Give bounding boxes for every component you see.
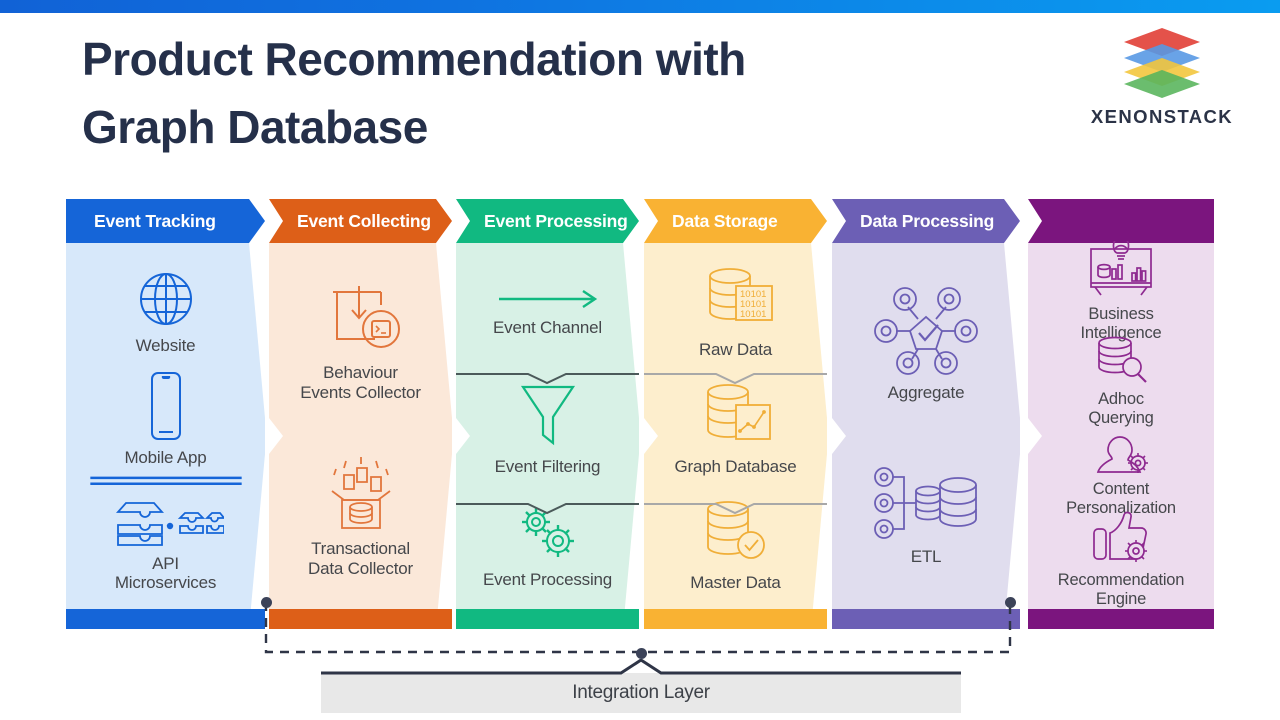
column-header-outcomes [1028, 199, 1214, 243]
column-body-event-processing: Event Channel Event Filtering Event Proc… [456, 243, 639, 629]
pipeline-item-label: Event Channel [493, 317, 602, 337]
column-header-label: Data Processing [860, 210, 995, 231]
thumbs-up-gear-icon [1088, 509, 1154, 565]
column-header-data-storage: Data Storage [644, 199, 827, 243]
globe-icon [135, 268, 197, 330]
column-body-outcomes: Business Intelligence Adhoc Querying Con… [1028, 241, 1214, 629]
funnel-icon [515, 379, 581, 451]
pipeline-item-etl[interactable]: ETL [840, 428, 1012, 603]
section-divider [644, 501, 827, 515]
column-header-label: Event Processing [484, 210, 628, 231]
bracket-dot-right [1005, 597, 1016, 608]
pipeline-item-aggregate[interactable]: Aggregate [840, 253, 1012, 428]
pipeline-item-raw-data[interactable]: 10101 10101 10101 Raw Data [652, 253, 819, 370]
pipeline-column-event-tracking[interactable]: Event Tracking Website Mobile App API Mi… [66, 199, 265, 649]
pipeline-item-business-intelligence[interactable]: Business Intelligence [1036, 241, 1206, 342]
column-header-event-processing: Event Processing [456, 199, 639, 243]
pipeline-item-label: Transactional Data Collector [308, 539, 413, 578]
pipeline-item-label: Behaviour Events Collector [300, 363, 421, 402]
dashboard-bulb-icon [1085, 241, 1157, 299]
pipeline-item-event-filtering[interactable]: Event Filtering [464, 370, 631, 487]
integration-layer-bar[interactable]: Integration Layer [321, 673, 961, 713]
section-divider [456, 371, 639, 385]
chevron-shape [1028, 199, 1214, 243]
column-body-data-processing: Aggregate ETL [832, 243, 1020, 629]
api-trays-icon [108, 498, 224, 548]
open-box-documents-database-icon [318, 453, 404, 533]
pipeline-item-label: Event Filtering [494, 457, 601, 477]
pipeline-item-api-microservices[interactable]: API Microservices [74, 486, 257, 603]
column-header-label: Event Collecting [297, 210, 431, 231]
top-accent-bar [0, 0, 1280, 13]
pipeline-column-event-processing[interactable]: Event Processing Event Channel Event Fil… [456, 199, 639, 649]
database-search-icon [1089, 334, 1153, 384]
binary-text-row3: 10101 [740, 309, 766, 320]
section-divider [644, 371, 827, 385]
double-rule-divider [89, 476, 242, 485]
page-title-line2: Graph Database [82, 101, 428, 153]
column-body-data-storage: 10101 10101 10101 Raw Data Graph Databas… [644, 243, 827, 629]
column-header-event-collecting: Event Collecting [269, 199, 452, 243]
column-header-label: Data Storage [672, 210, 778, 231]
pipeline-column-event-collecting[interactable]: Event Collecting Behaviour Events Collec… [269, 199, 452, 649]
pipeline-item-website[interactable]: Website [74, 253, 257, 370]
column-body-event-collecting: Behaviour Events Collector Transactional… [269, 243, 452, 629]
pipeline-column-outcomes[interactable]: Business Intelligence Adhoc Querying Con… [1028, 199, 1214, 649]
network-nodes-check-icon [874, 279, 978, 377]
pipeline-item-label: Master Data [690, 573, 781, 593]
pipeline-item-mobile-app[interactable]: Mobile App [74, 370, 257, 487]
person-gear-icon [1088, 422, 1154, 474]
logo-stack-icon [1124, 28, 1200, 98]
logo-wordmark: XENONSTACK [1090, 106, 1234, 127]
column-header-label: Event Tracking [94, 210, 216, 231]
etl-nodes-database-icon [872, 465, 980, 541]
pipeline-item-label: API Microservices [114, 553, 217, 592]
bracket-dot-center [636, 648, 647, 659]
section-divider [456, 501, 639, 515]
pipeline-item-label: Recommendation Engine [1057, 571, 1185, 608]
pipeline-item-label: Mobile App [124, 447, 207, 467]
pipeline-item-label: Raw Data [698, 339, 773, 359]
pipeline-column-data-storage[interactable]: Data Storage 10101 10101 10101 Raw Data … [644, 199, 827, 649]
pipeline-item-label: Aggregate [887, 382, 965, 402]
pipeline-item-transactional-data-collector[interactable]: Transactional Data Collector [277, 428, 444, 603]
column-footer-bar [66, 609, 265, 629]
pipeline-item-event-channel[interactable]: Event Channel [464, 253, 631, 370]
database-chart-icon [694, 379, 778, 451]
pipeline-item-behaviour-events-collector[interactable]: Behaviour Events Collector [277, 253, 444, 428]
integration-layer-label: Integration Layer [572, 682, 710, 703]
page-title: Product Recommendation with Graph Databa… [82, 36, 982, 150]
pipeline-diagram: Event Tracking Website Mobile App API Mi… [66, 199, 1214, 649]
pipeline-item-recommendation-engine[interactable]: Recommendation Engine [1036, 511, 1206, 608]
pipeline-item-content-personalization[interactable]: Content Personalization [1036, 422, 1206, 517]
pipeline-item-label: ETL [910, 546, 942, 566]
column-body-event-tracking: Website Mobile App API Microservices [66, 243, 265, 629]
xenonstack-logo: XENONSTACK [1072, 26, 1252, 128]
database-binary-icon: 10101 10101 10101 [694, 264, 778, 334]
arrow-right-icon [495, 286, 601, 312]
pipeline-item-label: Event Processing [482, 570, 613, 590]
column-footer-bar [1028, 609, 1214, 629]
page-title-line1: Product Recommendation with [82, 33, 746, 85]
inbox-download-terminal-icon [319, 279, 403, 357]
mobile-phone-icon [144, 370, 188, 442]
bracket-dot-left [261, 597, 272, 608]
pipeline-column-data-processing[interactable]: Data Processing Aggregate ETL [832, 199, 1020, 649]
pipeline-item-graph-database[interactable]: Graph Database [652, 370, 819, 487]
pipeline-item-adhoc-querying[interactable]: Adhoc Querying [1036, 334, 1206, 427]
pipeline-item-label: Graph Database [674, 457, 797, 477]
pipeline-item-label: Website [135, 335, 196, 355]
column-header-event-tracking: Event Tracking [66, 199, 265, 243]
column-header-data-processing: Data Processing [832, 199, 1020, 243]
